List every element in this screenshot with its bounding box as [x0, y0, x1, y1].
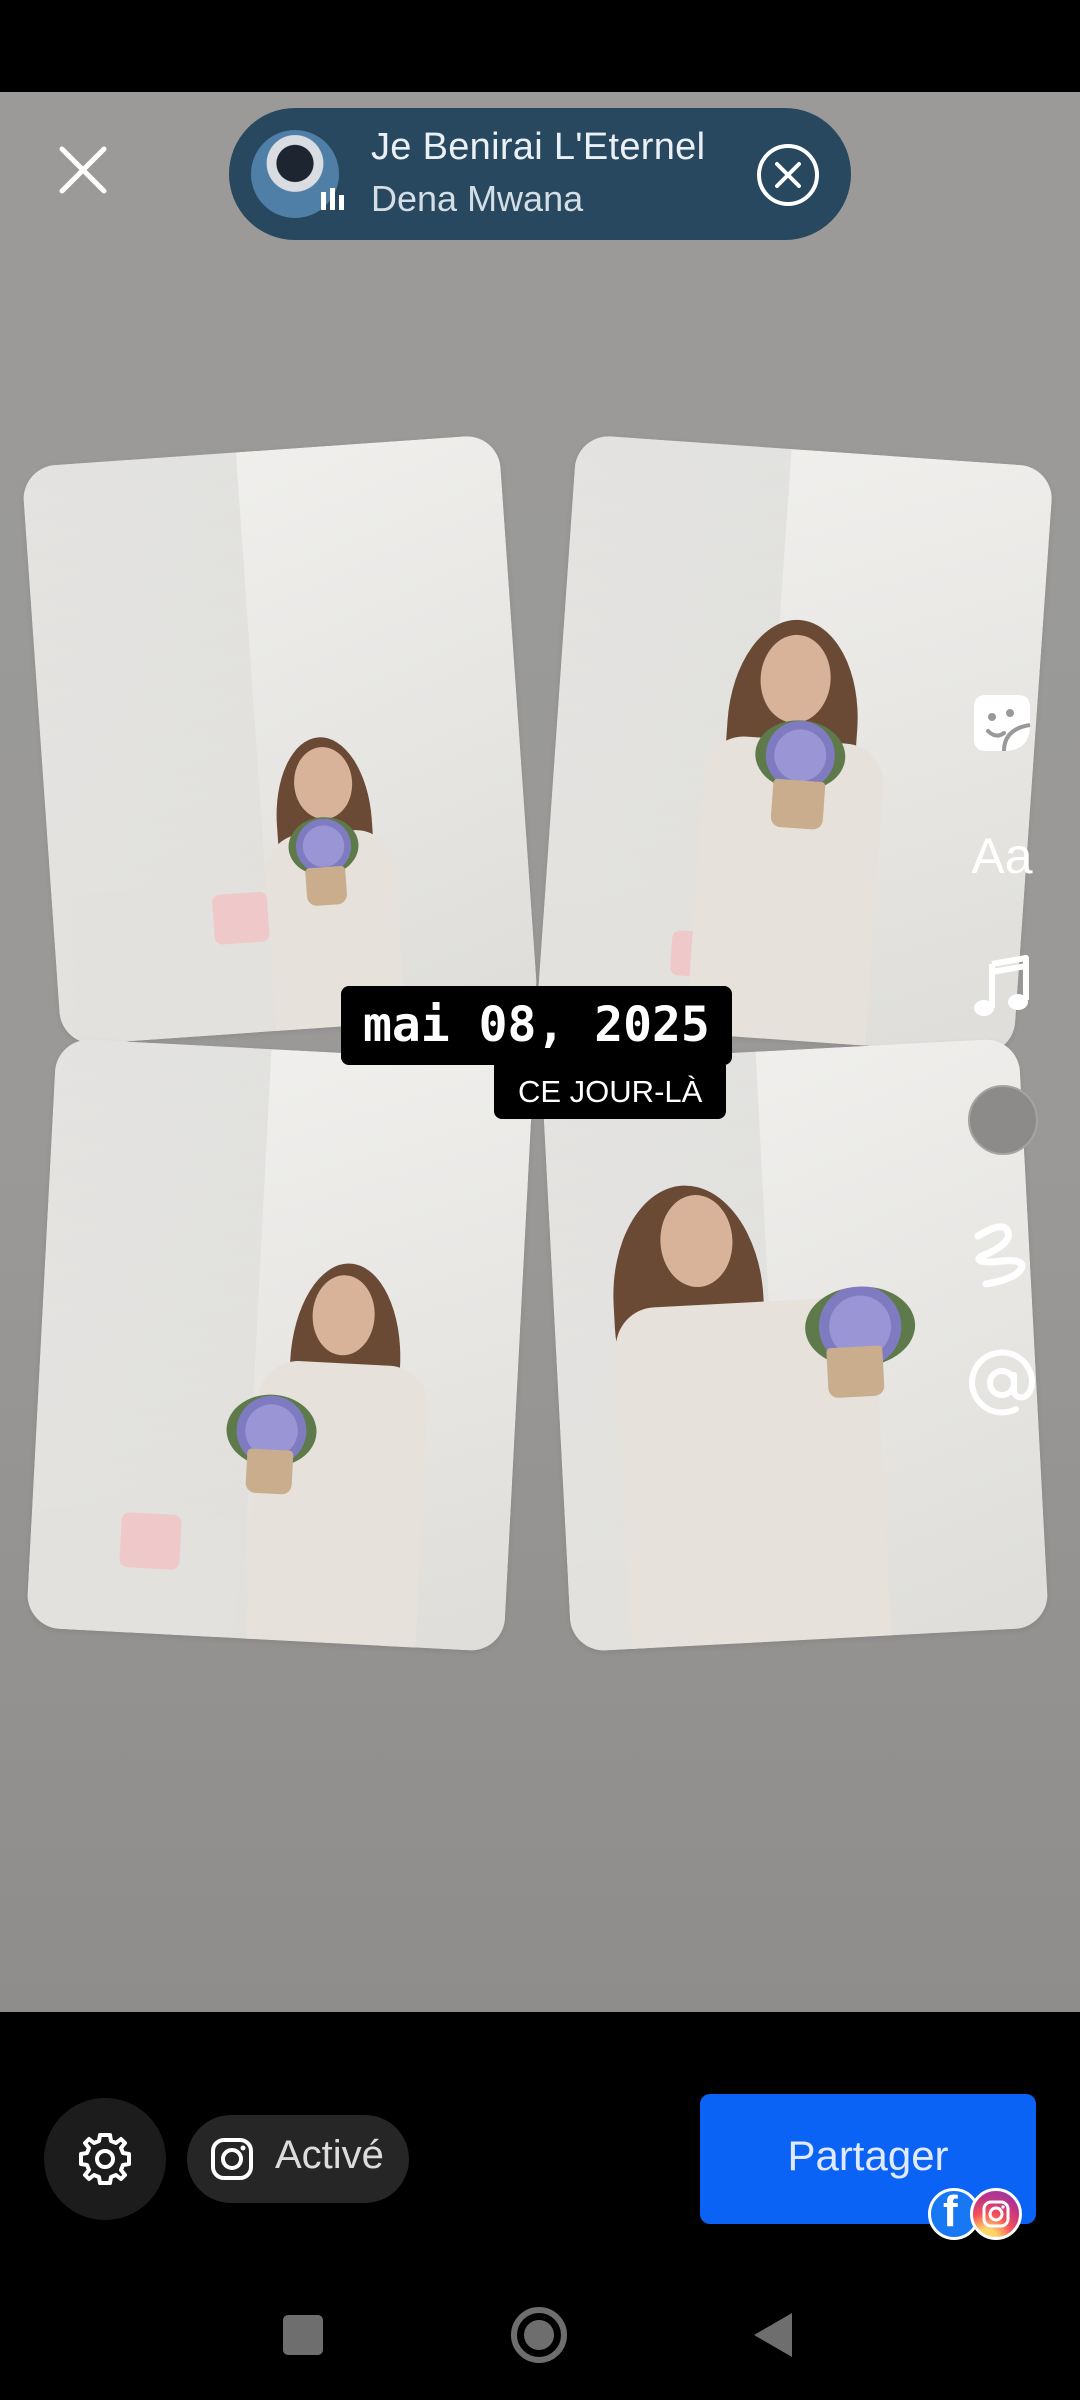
photo-bottom-left[interactable]	[25, 1037, 535, 1653]
photo-top-left[interactable]	[21, 434, 539, 1046]
scribble-icon[interactable]	[964, 1218, 1040, 1294]
date-sticker-caption[interactable]: CE JOUR-LÀ	[494, 1065, 727, 1119]
remove-music-icon[interactable]	[755, 142, 821, 208]
sticker-icon[interactable]	[964, 685, 1040, 761]
color-picker[interactable]	[968, 1085, 1038, 1155]
settings-button[interactable]	[44, 2098, 166, 2220]
text-tool[interactable]: Aa	[964, 818, 1040, 894]
instagram-icon	[211, 2138, 253, 2180]
home-button[interactable]	[510, 2306, 568, 2364]
song-title: Je Benirai L'Eternel	[371, 126, 706, 168]
recent-apps-button[interactable]	[283, 2315, 323, 2355]
back-button[interactable]	[752, 2311, 794, 2359]
music-note-icon[interactable]	[964, 950, 1040, 1026]
date-sticker[interactable]: mai 08, 2025	[341, 986, 732, 1065]
instagram-share-toggle[interactable]: Activé	[187, 2115, 409, 2203]
music-sticker[interactable]: Je Benirai L'Eternel Dena Mwana	[229, 108, 851, 240]
instagram-toggle-label: Activé	[275, 2133, 384, 2177]
song-artist: Dena Mwana	[371, 178, 584, 219]
mention-icon[interactable]	[964, 1345, 1040, 1421]
playing-bars-icon	[321, 188, 344, 210]
share-label: Partager	[787, 2132, 949, 2179]
instagram-badge-icon	[970, 2188, 1022, 2240]
gear-icon	[79, 2133, 131, 2185]
close-icon[interactable]	[48, 135, 118, 205]
